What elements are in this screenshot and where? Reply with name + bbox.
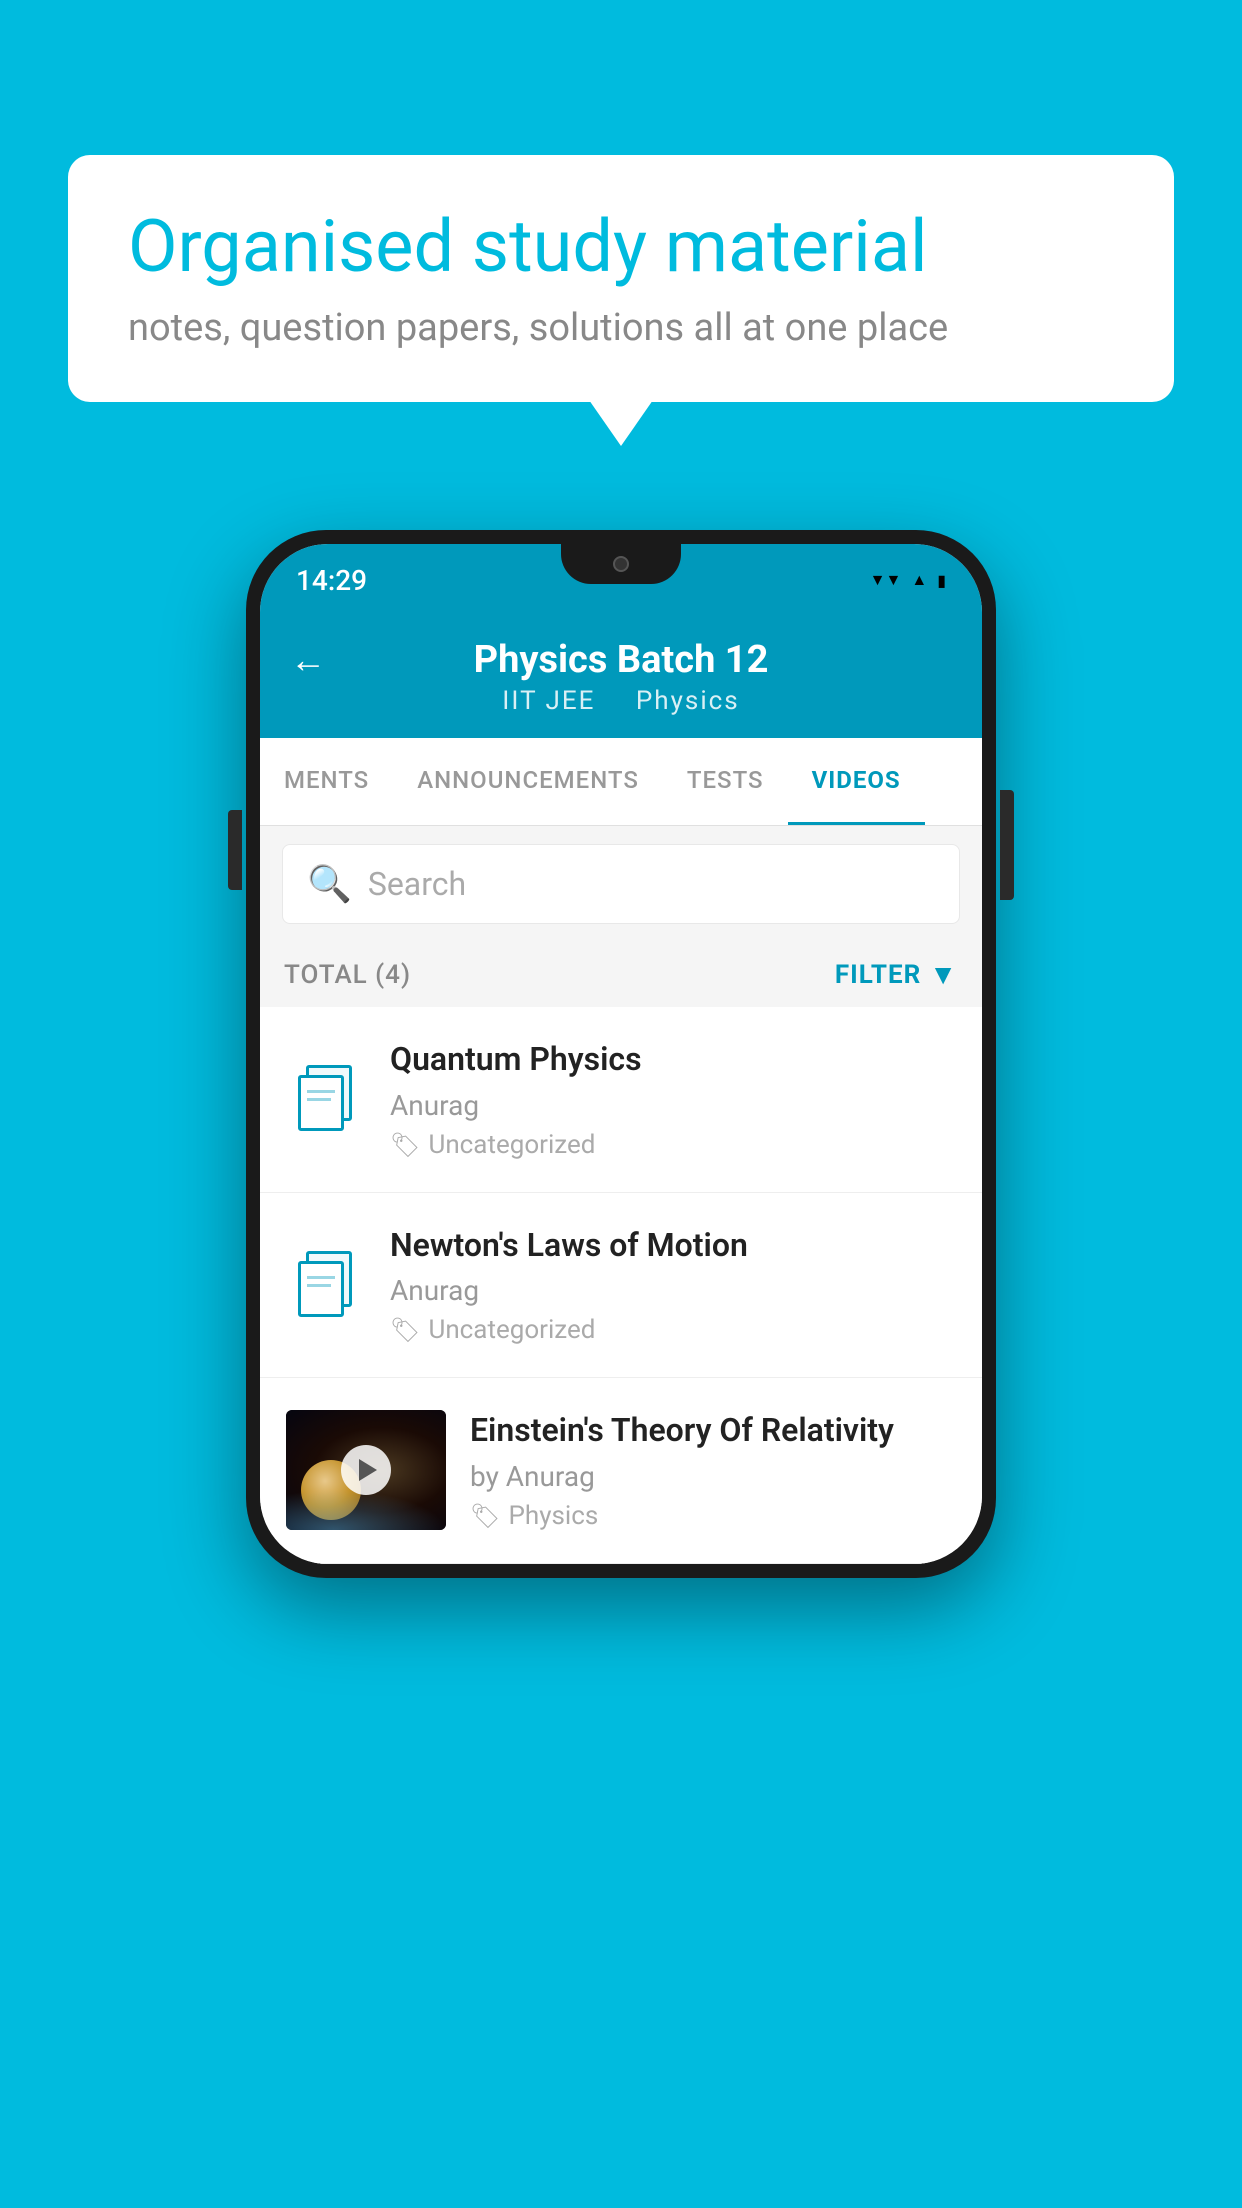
- header-subtitle: IIT JEE Physics: [494, 686, 747, 716]
- filter-funnel-icon: ▼: [929, 958, 958, 991]
- phone-inner: 14:29 ▼▼ ▲ ▮ ← Physics Batch 12 IIT JEE …: [260, 544, 982, 1564]
- file-doc-front: [298, 1261, 344, 1317]
- tab-tests[interactable]: TESTS: [663, 738, 788, 825]
- bubble-subtitle: notes, question papers, solutions all at…: [128, 306, 1114, 350]
- speech-bubble-container: Organised study material notes, question…: [68, 155, 1174, 402]
- tab-announcements[interactable]: ANNOUNCEMENTS: [393, 738, 663, 825]
- status-time: 14:29: [296, 564, 367, 597]
- subtitle-part2: Physics: [636, 686, 740, 716]
- header-title: Physics Batch 12: [474, 638, 769, 682]
- search-container: 🔍 Search: [260, 826, 982, 942]
- tag-icon: 🏷: [470, 1502, 500, 1530]
- speech-bubble: Organised study material notes, question…: [68, 155, 1174, 402]
- phone-outer: 14:29 ▼▼ ▲ ▮ ← Physics Batch 12 IIT JEE …: [246, 530, 996, 1578]
- video-author: by Anurag: [470, 1460, 956, 1493]
- play-triangle-icon: [359, 1459, 377, 1481]
- battery-icon: ▮: [937, 571, 946, 590]
- list-item[interactable]: Newton's Laws of Motion Anurag 🏷 Uncateg…: [260, 1193, 982, 1379]
- notch: [561, 544, 681, 584]
- video-info: Quantum Physics Anurag 🏷 Uncategorized: [390, 1039, 956, 1160]
- file-icon: [298, 1065, 354, 1133]
- wifi-icon: ▼▼: [870, 570, 902, 590]
- video-thumbnail: [286, 1410, 446, 1530]
- video-author: Anurag: [390, 1274, 956, 1307]
- total-label: TOTAL (4): [284, 960, 411, 990]
- video-info: Newton's Laws of Motion Anurag 🏷 Uncateg…: [390, 1225, 956, 1346]
- file-icon: [298, 1251, 354, 1319]
- file-icon-wrapper: [286, 1065, 366, 1133]
- camera-dot: [613, 556, 629, 572]
- subtitle-part1: IIT JEE: [502, 686, 595, 716]
- tag-icon: 🏷: [390, 1316, 420, 1344]
- play-circle[interactable]: [341, 1445, 391, 1495]
- video-title: Einstein's Theory Of Relativity: [470, 1410, 956, 1452]
- tag-icon: 🏷: [390, 1131, 420, 1159]
- file-icon-wrapper: [286, 1251, 366, 1319]
- tab-videos[interactable]: VIDEOS: [788, 738, 925, 825]
- list-item[interactable]: Quantum Physics Anurag 🏷 Uncategorized: [260, 1007, 982, 1193]
- signal-icon: ▲: [911, 570, 927, 590]
- filter-label: FILTER: [835, 960, 921, 990]
- header-row: ← Physics Batch 12: [290, 638, 952, 682]
- video-list: Quantum Physics Anurag 🏷 Uncategorized: [260, 1007, 982, 1564]
- video-title: Newton's Laws of Motion: [390, 1225, 956, 1267]
- video-tag: Physics: [508, 1501, 598, 1531]
- thumbnail-bg: [286, 1410, 446, 1530]
- video-tag-row: 🏷 Uncategorized: [390, 1130, 956, 1160]
- tab-ments[interactable]: MENTS: [260, 738, 393, 825]
- filter-row: TOTAL (4) FILTER ▼: [260, 942, 982, 1007]
- search-input-wrapper[interactable]: 🔍 Search: [282, 844, 960, 924]
- video-tag-row: 🏷 Uncategorized: [390, 1315, 956, 1345]
- status-icons: ▼▼ ▲ ▮: [870, 570, 946, 590]
- video-tag-row: 🏷 Physics: [470, 1501, 956, 1531]
- video-title: Quantum Physics: [390, 1039, 956, 1081]
- video-author: Anurag: [390, 1089, 956, 1122]
- video-tag: Uncategorized: [428, 1130, 595, 1160]
- search-placeholder: Search: [368, 865, 466, 903]
- app-header: ← Physics Batch 12 IIT JEE Physics: [260, 616, 982, 738]
- status-bar: 14:29 ▼▼ ▲ ▮: [260, 544, 982, 616]
- video-tag: Uncategorized: [428, 1315, 595, 1345]
- tabs-bar: MENTS ANNOUNCEMENTS TESTS VIDEOS: [260, 738, 982, 826]
- list-item[interactable]: Einstein's Theory Of Relativity by Anura…: [260, 1378, 982, 1564]
- play-btn-overlay: [286, 1410, 446, 1530]
- back-button[interactable]: ←: [290, 639, 326, 681]
- search-icon: 🔍: [307, 863, 352, 905]
- bubble-title: Organised study material: [128, 207, 1114, 286]
- video-info: Einstein's Theory Of Relativity by Anura…: [470, 1410, 956, 1531]
- filter-button[interactable]: FILTER ▼: [835, 958, 958, 991]
- file-doc-front: [298, 1075, 344, 1131]
- phone-mockup: 14:29 ▼▼ ▲ ▮ ← Physics Batch 12 IIT JEE …: [246, 530, 996, 1578]
